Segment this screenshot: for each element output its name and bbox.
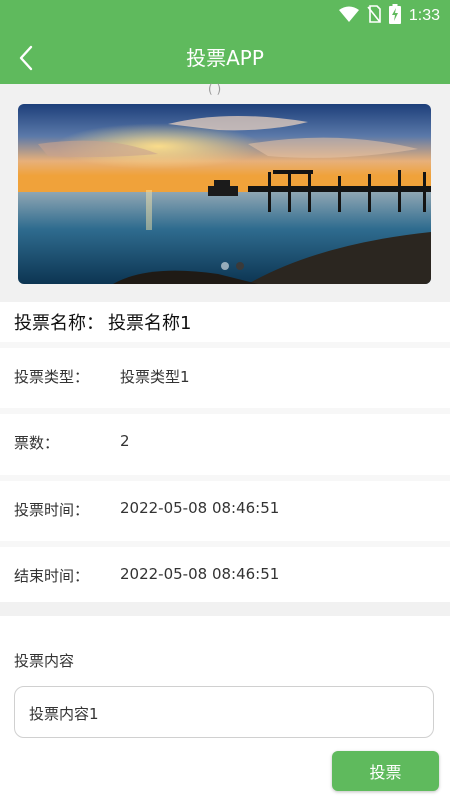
vote-time-value: 2022-05-08 08:46:51 <box>120 499 280 517</box>
vote-count-label: 票数： <box>14 434 60 452</box>
status-bar: 1:33 <box>0 0 450 32</box>
vote-time-label: 投票时间： <box>14 501 90 519</box>
end-time-label: 结束时间： <box>14 567 90 585</box>
vote-name-value: 投票名称1 <box>108 313 192 334</box>
vote-content-label: 投票内容 <box>14 652 75 670</box>
battery-charging-icon <box>388 4 401 28</box>
vote-content-value: 投票内容1 <box>29 705 99 723</box>
vote-name-label: 投票名称： <box>14 313 104 334</box>
carousel-dot-1[interactable] <box>221 262 229 270</box>
image-carousel[interactable]: ( ) <box>0 82 450 302</box>
carousel-image[interactable] <box>18 104 431 284</box>
end-time-value: 2022-05-08 08:46:51 <box>120 565 280 583</box>
page-title: 投票APP <box>186 46 264 70</box>
status-time: 1:33 <box>408 7 440 24</box>
vote-type-label: 投票类型： <box>14 368 90 386</box>
vote-type-row: 投票类型： 投票类型1 <box>0 342 450 408</box>
vote-count-value: 2 <box>120 432 130 450</box>
section-divider <box>0 602 450 616</box>
vote-time-row: 投票时间： 2022-05-08 08:46:51 <box>0 475 450 541</box>
end-time-row: 结束时间： 2022-05-08 08:46:51 <box>0 541 450 607</box>
carousel-dot-2[interactable] <box>236 262 244 270</box>
vote-content-field[interactable]: 投票内容1 <box>14 686 434 738</box>
carousel-peek: ( ) <box>208 82 222 96</box>
no-sim-icon <box>367 5 381 27</box>
vote-type-value: 投票类型1 <box>120 368 190 386</box>
wifi-icon <box>338 6 359 26</box>
vote-count-row: 票数： 2 <box>0 408 450 474</box>
app-bar: 投票APP <box>0 32 450 84</box>
status-icons: 1:33 <box>338 4 440 28</box>
vote-name-row: 投票名称： 投票名称1 <box>0 302 450 346</box>
vote-button[interactable]: 投票 <box>332 751 439 791</box>
